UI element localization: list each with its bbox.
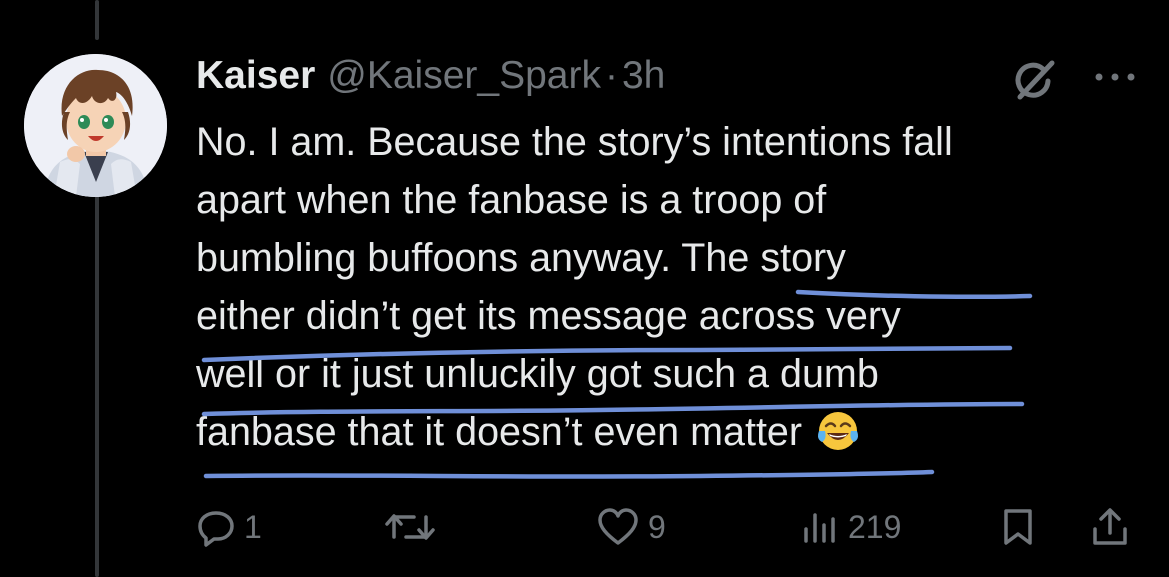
views-button[interactable]: 219 [800, 500, 901, 554]
tweet-actions-bar: 1 9 219 [0, 500, 1169, 554]
repost-button[interactable] [384, 500, 444, 554]
tweet-text-line-last: fanbase that it doesn’t even matter [196, 403, 1136, 461]
tweet-text: No. I am. Because the story’s intentions… [196, 113, 1136, 461]
tweet-text-line: apart when the fanbase is a troop of [196, 178, 827, 222]
reply-button[interactable]: 1 [196, 500, 262, 554]
like-icon [596, 507, 640, 547]
thread-connector-line [95, 0, 99, 40]
like-count: 9 [648, 508, 666, 545]
tweet-timestamp[interactable]: 3h [622, 52, 665, 100]
header-separator: · [604, 54, 618, 97]
author-handle[interactable]: @Kaiser_Spark [327, 52, 601, 100]
tweet-text-line: No. I am. Because the story’s intentions… [196, 120, 953, 164]
reply-icon [196, 507, 236, 547]
underline-stroke [203, 469, 935, 479]
tears-of-joy-emoji-icon [818, 412, 859, 450]
views-icon [800, 507, 840, 547]
views-count: 219 [848, 508, 902, 545]
tweet-text-line: either didn’t get its message across ver… [196, 294, 901, 338]
share-button[interactable] [1090, 500, 1130, 554]
bookmark-icon [1000, 507, 1036, 547]
avatar[interactable] [24, 54, 167, 197]
grok-icon[interactable] [1010, 57, 1060, 103]
tweet-text-line: bumbling buffoons anyway. The story [196, 236, 846, 280]
bookmark-button[interactable] [1000, 500, 1036, 554]
tweet-text-line-content: fanbase that it doesn’t even matter [196, 410, 803, 454]
like-button[interactable]: 9 [596, 500, 666, 554]
anime-avatar-icon [24, 54, 167, 197]
reply-count: 1 [244, 508, 262, 545]
tweet-text-line: well or it just unluckily got such a dum… [196, 352, 879, 396]
repost-icon [384, 507, 436, 547]
tweet-header: Kaiser @Kaiser_Spark · 3h [196, 52, 665, 100]
share-icon [1090, 507, 1130, 547]
more-icon[interactable] [1090, 62, 1140, 92]
author-display-name[interactable]: Kaiser [196, 52, 315, 100]
